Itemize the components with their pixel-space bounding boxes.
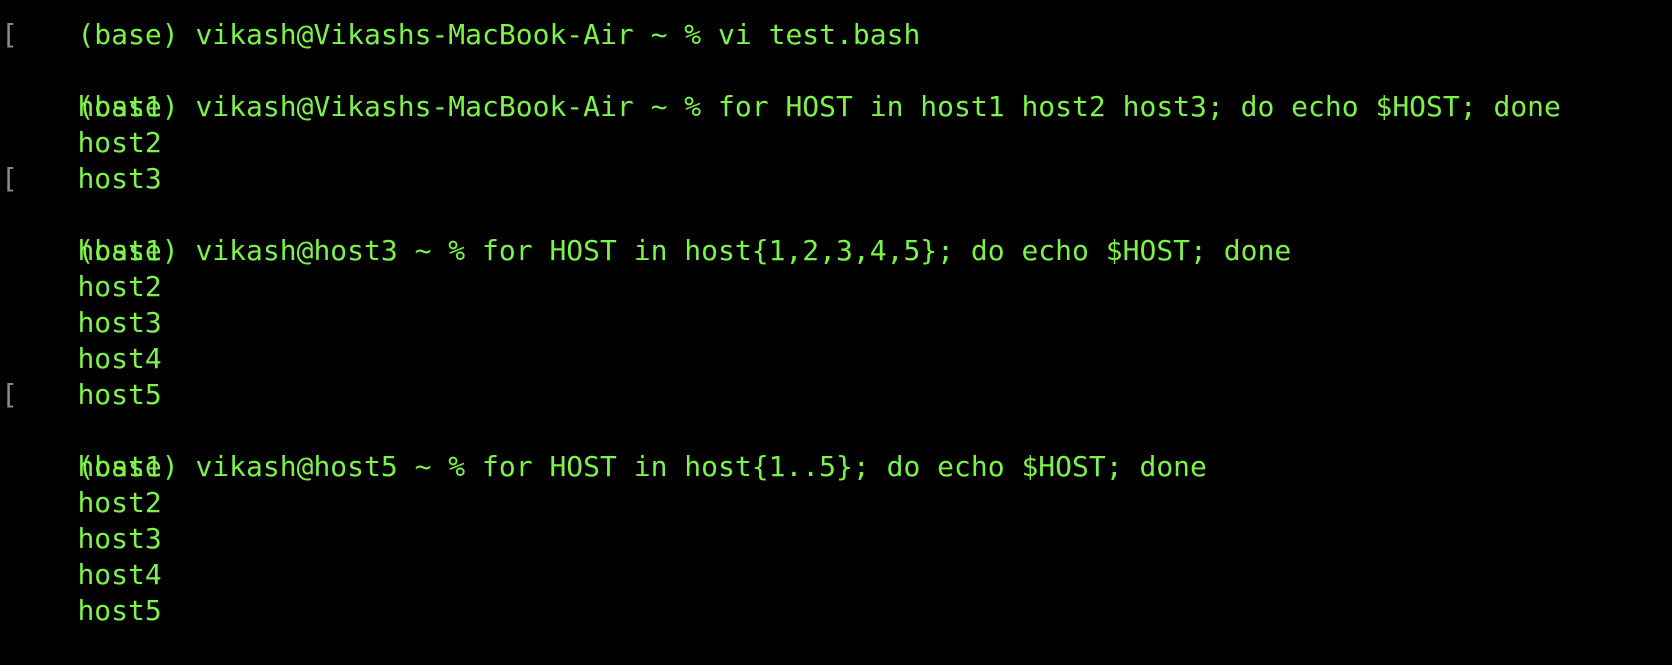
line-marker: [	[1, 18, 18, 51]
terminal-line: host1	[0, 197, 1672, 267]
terminal-line: host1	[0, 413, 1672, 483]
terminal-line: host2	[0, 89, 1672, 159]
terminal-line: host4	[0, 305, 1672, 375]
terminal-line: host3	[0, 269, 1672, 339]
line-marker: [	[1, 378, 18, 411]
terminal-line: [ (base) vikash@Vikashs-MacBook-Air ~ % …	[0, 17, 1672, 123]
terminal-line: host3	[0, 125, 1672, 195]
terminal-line: [ (base) vikash@host5 ~ % for HOST in ho…	[0, 377, 1672, 483]
terminal-line: host2	[0, 449, 1672, 519]
terminal-line: host4	[0, 521, 1672, 591]
terminal-output[interactable]: (base) vikash@Vikashs-MacBook-Air ~ % vi…	[0, 0, 1672, 627]
terminal-line: host2	[0, 233, 1672, 303]
terminal-line: [ (base) vikash@host3 ~ % for HOST in ho…	[0, 161, 1672, 267]
terminal-line-partial: (base) vikash@Vikashs-MacBook-Air ~ % vi…	[0, 0, 1672, 51]
line-marker: [	[1, 162, 18, 195]
terminal-line: host1	[0, 53, 1672, 123]
terminal-line: host3	[0, 485, 1672, 555]
terminal-line: host5	[0, 341, 1672, 411]
terminal-line: host5	[0, 557, 1672, 627]
terminal-line-text: host5	[77, 594, 162, 627]
